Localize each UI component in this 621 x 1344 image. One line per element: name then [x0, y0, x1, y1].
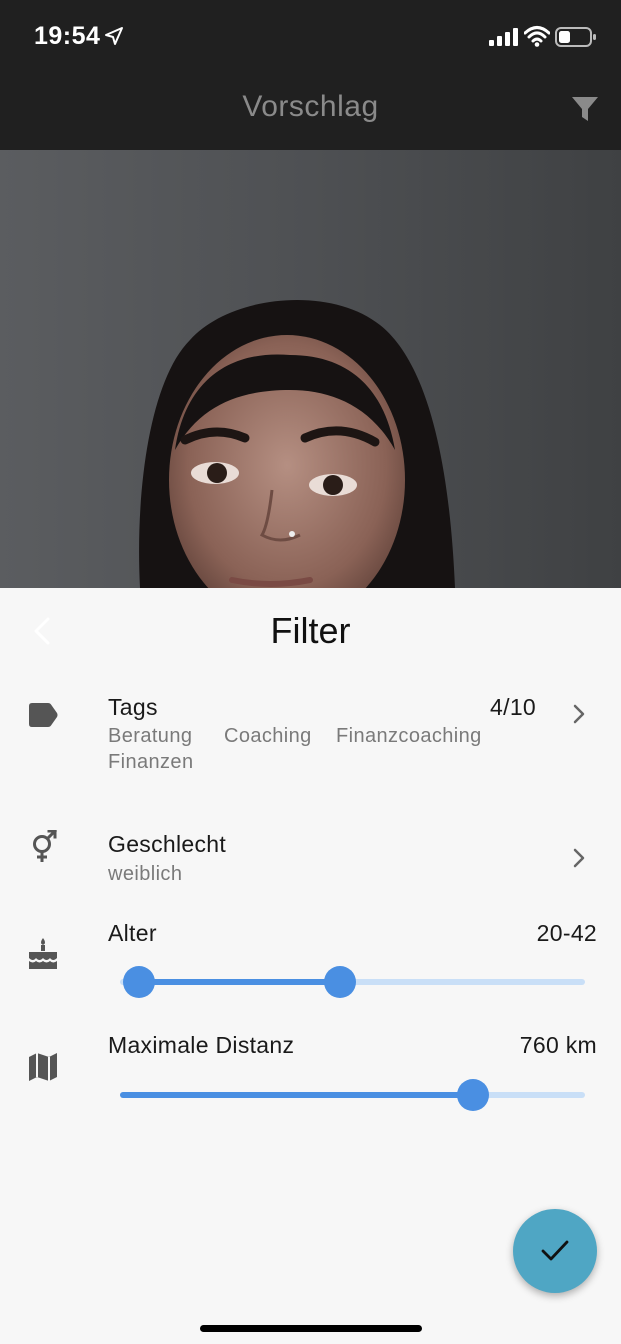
gender-symbol-icon	[33, 830, 58, 862]
tag-chip: Finanzen	[108, 751, 194, 773]
tag-chip: Beratung	[108, 725, 193, 747]
chevron-right-icon	[573, 848, 585, 868]
apply-filter-button[interactable]	[513, 1209, 597, 1293]
chevron-right-icon	[573, 704, 585, 724]
label-tag-icon	[29, 703, 58, 727]
status-bar: 19:54	[0, 0, 621, 76]
page-title: Vorschlag	[242, 90, 379, 123]
distance-label: Maximale Distanz	[108, 1032, 295, 1058]
gender-label: Geschlecht	[108, 831, 227, 857]
distance-thumb[interactable]	[457, 1079, 489, 1111]
age-min-thumb[interactable]	[123, 966, 155, 998]
location-arrow-icon	[105, 27, 123, 45]
age-range-fill	[139, 979, 340, 985]
distance-fill	[120, 1092, 473, 1098]
status-time: 19:54	[34, 22, 101, 50]
tags-label: Tags	[108, 694, 158, 720]
age-label: Alter	[108, 920, 157, 946]
gender-value: weiblich	[108, 863, 183, 885]
battery-icon	[555, 27, 596, 47]
sheet-title: Filter	[270, 610, 351, 651]
age-value: 20-42	[536, 920, 597, 946]
cake-icon	[29, 938, 57, 969]
distance-value: 760 km	[519, 1032, 597, 1058]
filter-icon[interactable]	[570, 94, 600, 124]
profile-photo	[0, 150, 621, 588]
map-icon	[29, 1053, 57, 1081]
tags-count: 4/10	[490, 694, 536, 720]
age-max-thumb[interactable]	[324, 966, 356, 998]
check-icon	[541, 1240, 569, 1261]
wifi-icon	[524, 26, 550, 47]
tag-chip: Coaching	[224, 725, 312, 747]
top-app-bar: Vorschlag	[0, 76, 621, 150]
tag-chip: Finanzcoaching	[336, 725, 482, 747]
cellular-signal-icon	[489, 28, 518, 46]
home-indicator[interactable]	[200, 1325, 422, 1332]
